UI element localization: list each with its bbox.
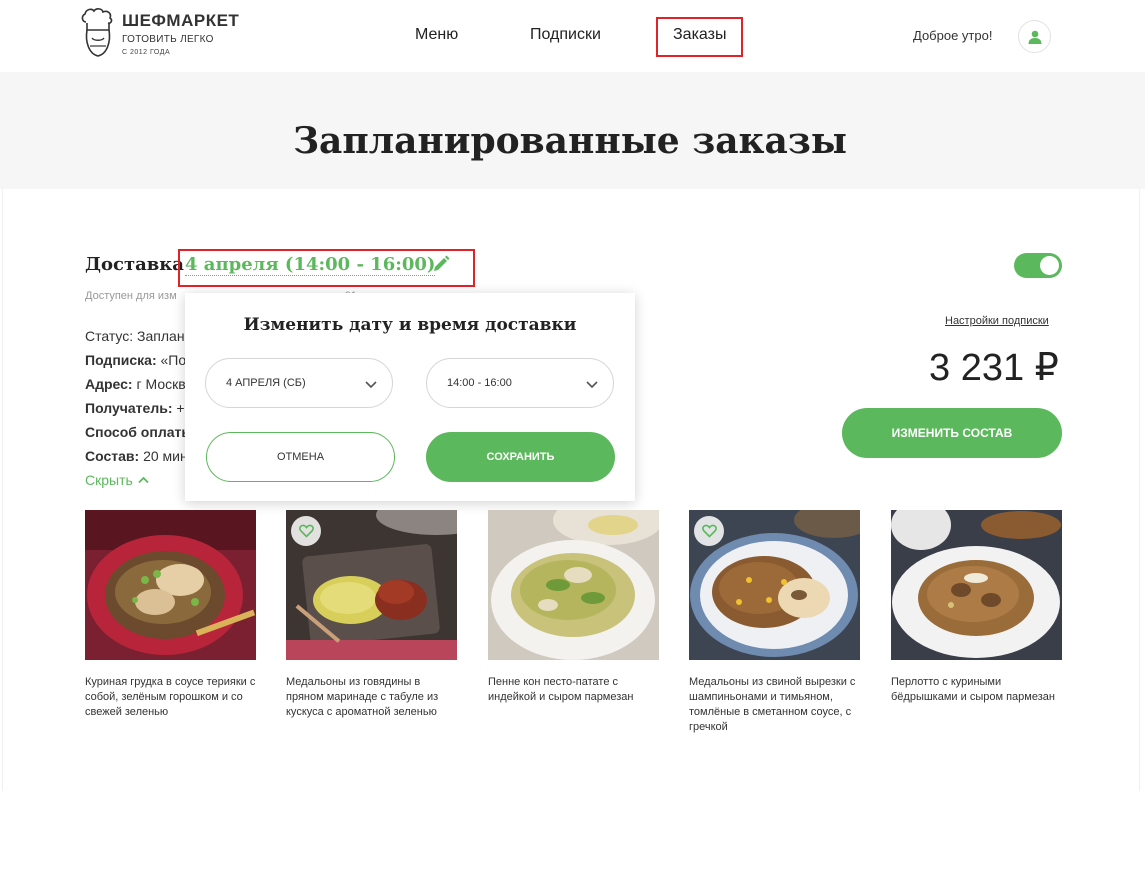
dish-image[interactable] [286,510,457,660]
chevron-up-icon [138,476,149,484]
dish-card[interactable]: Медальоны из свиной вырезки с шампиньона… [689,510,860,735]
dish-card[interactable]: Перлотто с куриными бёдрышками и сыром п… [891,510,1062,705]
heart-icon [298,524,314,538]
delivery-date-highlight [178,249,475,287]
order-payment: Способ оплаты [85,424,194,440]
cancel-button[interactable]: Отмена [206,432,395,482]
order-address: Адрес: г Москва [85,376,194,392]
heart-icon [701,524,717,538]
hide-details-link[interactable]: Скрыть [85,472,149,488]
dish-name: Куриная грудка в соусе терияки с собой, … [85,676,256,718]
nav-subscriptions[interactable]: Подписки [530,26,601,44]
dish-name: Медальоны из говядины в пряном маринаде … [286,676,439,718]
subscription-toggle[interactable] [1014,253,1062,278]
page-title: Запланированные заказы [293,120,847,162]
user-icon [1028,30,1041,44]
dish-image[interactable] [85,510,256,660]
profile-button[interactable] [1018,20,1051,53]
nav-orders-highlight [656,17,743,57]
chevron-down-icon [586,381,598,389]
chef-logo-icon [81,8,113,57]
popup-title: Изменить дату и время доставки [243,315,577,335]
favorite-button[interactable] [694,516,724,546]
order-subscription: Подписка: «Под [85,352,195,368]
logo-since: С 2012 ГОДА [122,49,171,56]
save-button[interactable]: Сохранить [426,432,615,482]
logo-name: ШЕФМАРКЕТ [122,11,240,30]
logo-tagline: ГОТОВИТЬ ЛЕГКО [122,34,214,45]
dish-card[interactable]: Пенне кон песто-патате с индейкой и сыро… [488,510,659,705]
dish-image[interactable] [891,510,1062,660]
nav-menu[interactable]: Меню [415,26,458,44]
delivery-label: Доставка [85,254,184,275]
dish-name: Медальоны из свиной вырезки с шампиньона… [689,676,856,733]
toggle-knob [1040,256,1059,275]
dish-card[interactable]: Куриная грудка в соусе терияки с собой, … [85,510,256,720]
greeting-text: Доброе утро! [913,28,993,43]
site-header: ШЕФМАРКЕТ ГОТОВИТЬ ЛЕГКО С 2012 ГОДА Мен… [0,0,1145,72]
order-price: 3 231 ₽ [929,347,1059,389]
date-select-value: 4 АПРЕЛЯ (СБ) [226,377,306,389]
hide-label: Скрыть [85,472,133,488]
change-composition-button[interactable]: Изменить состав [842,408,1062,458]
dish-image[interactable] [488,510,659,660]
favorite-button[interactable] [291,516,321,546]
dish-card[interactable]: Медальоны из говядины в пряном маринаде … [286,510,457,720]
date-select[interactable]: 4 АПРЕЛЯ (СБ) [205,358,393,408]
change-delivery-popup: Изменить дату и время доставки 4 АПРЕЛЯ … [185,293,635,501]
time-select-value: 14:00 - 16:00 [447,377,512,389]
dish-name: Перлотто с куриными бёдрышками и сыром п… [891,676,1055,703]
chevron-down-icon [365,381,377,389]
time-select[interactable]: 14:00 - 16:00 [426,358,614,408]
order-recipient: Получатель: +7 [85,400,193,416]
dish-name: Пенне кон песто-патате с индейкой и сыро… [488,676,634,703]
subscription-settings-link[interactable]: Настройки подписки [945,315,1049,327]
order-status: Статус: Заплани [85,328,193,344]
order-composition: Состав: 20 мину [85,448,195,464]
logo[interactable]: ШЕФМАРКЕТ ГОТОВИТЬ ЛЕГКО С 2012 ГОДА [80,8,240,64]
dish-image[interactable] [689,510,860,660]
